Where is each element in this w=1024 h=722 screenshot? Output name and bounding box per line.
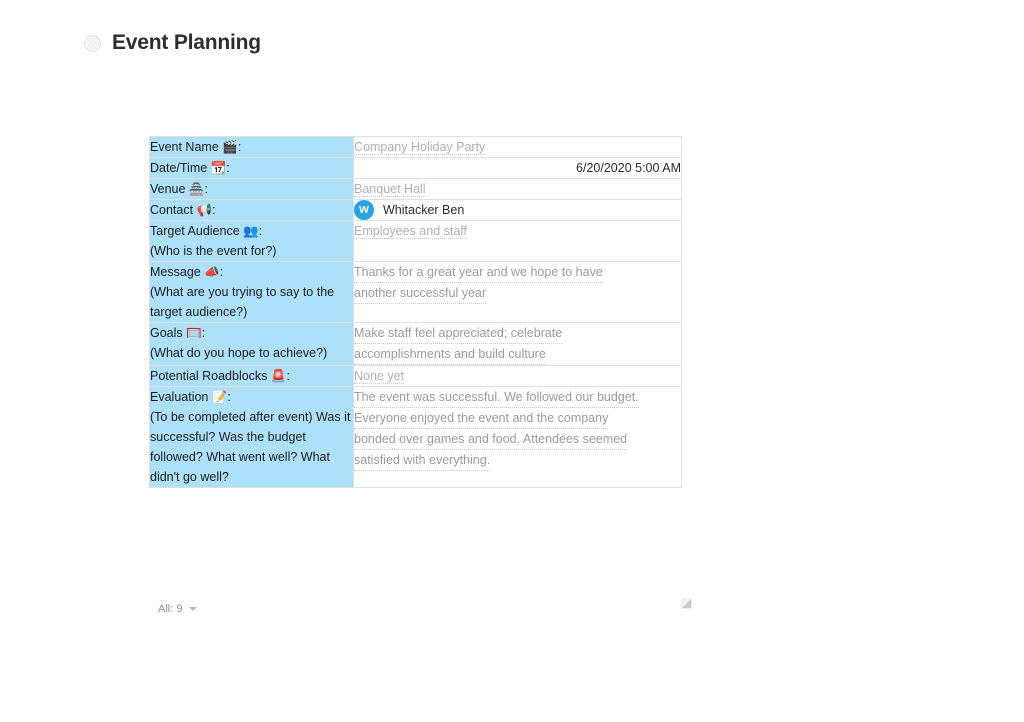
row-value-potential-roadblocks[interactable]: None yet <box>354 366 682 387</box>
avatar: W <box>354 200 374 220</box>
label-subtext: (What do you hope to achieve?) <box>150 343 353 363</box>
label-subtext: (To be completed after event) Was it suc… <box>150 407 353 487</box>
table-body: Event Name 🎬: Company Holiday Party Date… <box>150 137 682 488</box>
label-text: Evaluation 📝: <box>150 390 231 404</box>
row-value-evaluation[interactable]: The event was successful. We followed ou… <box>354 387 682 488</box>
resize-grip-icon[interactable] <box>681 596 692 607</box>
table-row: Goals 🥅: (What do you hope to achieve?) … <box>150 323 682 366</box>
label-text: Message 📣: <box>150 265 223 279</box>
row-count-label: All: 9 <box>158 603 182 615</box>
value-text: 6/20/2020 5:00 AM <box>354 158 681 178</box>
label-subtext: (Who is the event for?) <box>150 241 353 261</box>
table-row: Date/Time 📆: 6/20/2020 5:00 AM <box>150 158 682 179</box>
circle-icon[interactable] <box>84 35 101 52</box>
value-line: satisfied with everything. <box>354 451 490 471</box>
row-label-date-time[interactable]: Date/Time 📆: <box>150 158 354 179</box>
value-line: The event was successful. We followed ou… <box>354 388 639 408</box>
page-header: Event Planning <box>84 31 261 55</box>
value-line: Make staff feel appreciated; celebrate <box>354 324 562 344</box>
row-label-potential-roadblocks[interactable]: Potential Roadblocks 🚨: <box>150 366 354 387</box>
row-label-target-audience[interactable]: Target Audience 👥: (Who is the event for… <box>150 221 354 262</box>
row-label-message[interactable]: Message 📣: (What are you trying to say t… <box>150 262 354 323</box>
row-label-venue[interactable]: Venue 🏯: <box>150 179 354 200</box>
row-value-target-audience[interactable]: Employees and staff <box>354 221 682 262</box>
value-line: bonded over games and food. Attendees se… <box>354 430 627 450</box>
table-row: Potential Roadblocks 🚨: None yet <box>150 366 682 387</box>
label-text: Target Audience 👥: <box>150 224 262 238</box>
value-line: Everyone enjoyed the event and the compa… <box>354 409 608 429</box>
row-value-contact[interactable]: W Whitacker Ben <box>354 200 682 221</box>
value-text: None yet <box>354 369 404 384</box>
value-text: Whitacker Ben <box>383 200 464 220</box>
event-planning-table-container: Event Name 🎬: Company Holiday Party Date… <box>149 136 679 488</box>
label-text: Contact 📢: <box>150 203 216 217</box>
row-value-event-name[interactable]: Company Holiday Party <box>354 137 682 158</box>
person-chip[interactable]: W Whitacker Ben <box>354 200 681 220</box>
value-line: Thanks for a great year and we hope to h… <box>354 263 603 283</box>
table-row: Event Name 🎬: Company Holiday Party <box>150 137 682 158</box>
row-value-message[interactable]: Thanks for a great year and we hope to h… <box>354 262 682 323</box>
row-label-event-name[interactable]: Event Name 🎬: <box>150 137 354 158</box>
value-text: Company Holiday Party <box>354 140 485 155</box>
label-text: Goals 🥅: <box>150 326 205 340</box>
row-value-venue[interactable]: Banquet Hall <box>354 179 682 200</box>
table-footer: All: 9 <box>158 603 197 615</box>
value-line: another successful year <box>354 284 486 304</box>
value-text: Banquet Hall <box>354 182 426 197</box>
table-row: Target Audience 👥: (Who is the event for… <box>150 221 682 262</box>
table-row: Message 📣: (What are you trying to say t… <box>150 262 682 323</box>
value-text: Employees and staff <box>354 224 467 239</box>
table-row: Contact 📢: W Whitacker Ben <box>150 200 682 221</box>
row-label-goals[interactable]: Goals 🥅: (What do you hope to achieve?) <box>150 323 354 366</box>
label-text: Date/Time 📆: <box>150 161 230 175</box>
label-text: Potential Roadblocks 🚨: <box>150 369 290 383</box>
chevron-down-icon[interactable] <box>189 607 197 611</box>
row-value-date-time[interactable]: 6/20/2020 5:00 AM <box>354 158 682 179</box>
label-text: Venue 🏯: <box>150 182 208 196</box>
page-title: Event Planning <box>112 31 261 55</box>
value-line: accomplishments and build culture <box>354 345 546 365</box>
table-row: Evaluation 📝: (To be completed after eve… <box>150 387 682 488</box>
label-subtext: (What are you trying to say to the targe… <box>150 282 353 322</box>
event-planning-table: Event Name 🎬: Company Holiday Party Date… <box>149 136 682 488</box>
table-row: Venue 🏯: Banquet Hall <box>150 179 682 200</box>
row-label-contact[interactable]: Contact 📢: <box>150 200 354 221</box>
row-label-evaluation[interactable]: Evaluation 📝: (To be completed after eve… <box>150 387 354 488</box>
label-text: Event Name 🎬: <box>150 140 241 154</box>
row-value-goals[interactable]: Make staff feel appreciated; celebrate a… <box>354 323 682 366</box>
